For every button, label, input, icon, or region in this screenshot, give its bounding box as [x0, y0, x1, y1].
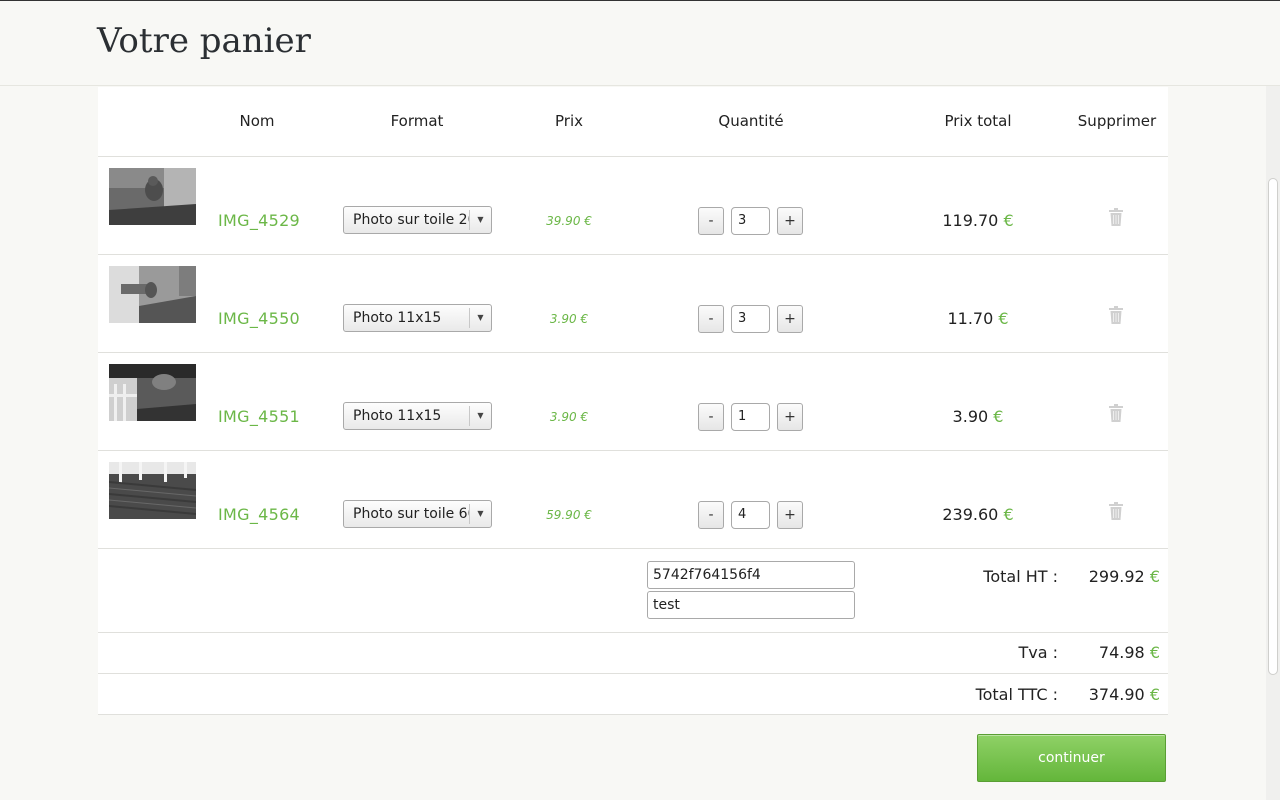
comment-input[interactable]: test: [647, 591, 855, 619]
product-name[interactable]: IMG_4564: [218, 505, 300, 524]
header-format: Format: [390, 112, 444, 130]
trash-icon[interactable]: [1109, 502, 1123, 520]
table-row: IMG_4529 Photo sur toile 20 ▼ 39.90 € - …: [98, 157, 1168, 255]
table-row: IMG_4550 Photo 11x15 ▼ 3.90 € - 3 + 11.7…: [98, 255, 1168, 353]
summary-total-ht-row: 5742f764156f4 test Total HT : 299.92 €: [98, 549, 1168, 633]
currency-symbol: €: [1003, 211, 1014, 230]
table-header: Nom Format Prix Quantité Prix total Supp…: [98, 87, 1168, 157]
format-select[interactable]: Photo 11x15 ▼: [343, 402, 492, 430]
product-thumbnail[interactable]: [109, 266, 196, 323]
currency-symbol: €: [1003, 505, 1014, 524]
currency-symbol: €: [998, 309, 1009, 328]
tva-label: Tva :: [1018, 643, 1058, 662]
trash-icon[interactable]: [1109, 306, 1123, 324]
header-supprimer: Supprimer: [1077, 112, 1157, 130]
page-header: Votre panier: [0, 1, 1280, 86]
chevron-down-icon: ▼: [469, 210, 491, 230]
scrollbar[interactable]: [1266, 86, 1280, 800]
total-ht-value: 299.92 €: [1088, 567, 1160, 586]
summary-total-ttc-row: Total TTC : 374.90 €: [98, 674, 1168, 715]
unit-price: 59.90 €: [546, 508, 592, 522]
cart-table: Nom Format Prix Quantité Prix total Supp…: [98, 87, 1168, 715]
continue-button[interactable]: continuer: [977, 734, 1166, 782]
code-input[interactable]: 5742f764156f4: [647, 561, 855, 589]
line-total: 11.70 €: [947, 309, 1009, 328]
quantity-input[interactable]: 3: [731, 305, 770, 333]
format-select[interactable]: Photo sur toile 60 ▼: [343, 500, 492, 528]
quantity-input[interactable]: 1: [731, 403, 770, 431]
decrease-quantity-button[interactable]: -: [698, 207, 724, 235]
trash-icon[interactable]: [1109, 208, 1123, 226]
line-total: 239.60 €: [942, 505, 1014, 524]
product-name[interactable]: IMG_4529: [218, 211, 300, 230]
chevron-down-icon: ▼: [469, 504, 491, 524]
increase-quantity-button[interactable]: +: [777, 403, 803, 431]
quantity-input[interactable]: 4: [731, 501, 770, 529]
unit-price: 3.90 €: [549, 312, 589, 326]
product-thumbnail[interactable]: [109, 364, 196, 421]
header-nom: Nom: [239, 112, 275, 130]
increase-quantity-button[interactable]: +: [777, 305, 803, 333]
product-name[interactable]: IMG_4551: [218, 407, 300, 426]
header-prix-total: Prix total: [944, 112, 1012, 130]
product-thumbnail[interactable]: [109, 462, 196, 519]
line-total: 119.70 €: [942, 211, 1014, 230]
tva-value: 74.98 €: [1098, 643, 1160, 662]
chevron-down-icon: ▼: [469, 406, 491, 426]
total-ht-label: Total HT :: [983, 567, 1058, 586]
summary-tva-row: Tva : 74.98 €: [98, 633, 1168, 674]
product-name[interactable]: IMG_4550: [218, 309, 300, 328]
decrease-quantity-button[interactable]: -: [698, 403, 724, 431]
scrollbar-thumb[interactable]: [1268, 178, 1278, 675]
increase-quantity-button[interactable]: +: [777, 501, 803, 529]
currency-symbol: €: [1149, 643, 1160, 662]
header-prix: Prix: [555, 112, 583, 130]
unit-price: 39.90 €: [546, 214, 592, 228]
product-thumbnail[interactable]: [109, 168, 196, 225]
format-select[interactable]: Photo 11x15 ▼: [343, 304, 492, 332]
format-select[interactable]: Photo sur toile 20 ▼: [343, 206, 492, 234]
quantity-input[interactable]: 3: [731, 207, 770, 235]
currency-symbol: €: [993, 407, 1004, 426]
decrease-quantity-button[interactable]: -: [698, 501, 724, 529]
total-ttc-value: 374.90 €: [1088, 685, 1160, 704]
table-row: IMG_4551 Photo 11x15 ▼ 3.90 € - 1 + 3.90…: [98, 353, 1168, 451]
currency-symbol: €: [1149, 685, 1160, 704]
unit-price: 3.90 €: [549, 410, 589, 424]
total-ttc-label: Total TTC :: [975, 685, 1058, 704]
chevron-down-icon: ▼: [469, 308, 491, 328]
increase-quantity-button[interactable]: +: [777, 207, 803, 235]
line-total: 3.90 €: [952, 407, 1004, 426]
header-quantite: Quantité: [718, 112, 784, 130]
trash-icon[interactable]: [1109, 404, 1123, 422]
table-row: IMG_4564 Photo sur toile 60 ▼ 59.90 € - …: [98, 451, 1168, 549]
currency-symbol: €: [1149, 567, 1160, 586]
page-title: Votre panier: [97, 21, 311, 61]
decrease-quantity-button[interactable]: -: [698, 305, 724, 333]
